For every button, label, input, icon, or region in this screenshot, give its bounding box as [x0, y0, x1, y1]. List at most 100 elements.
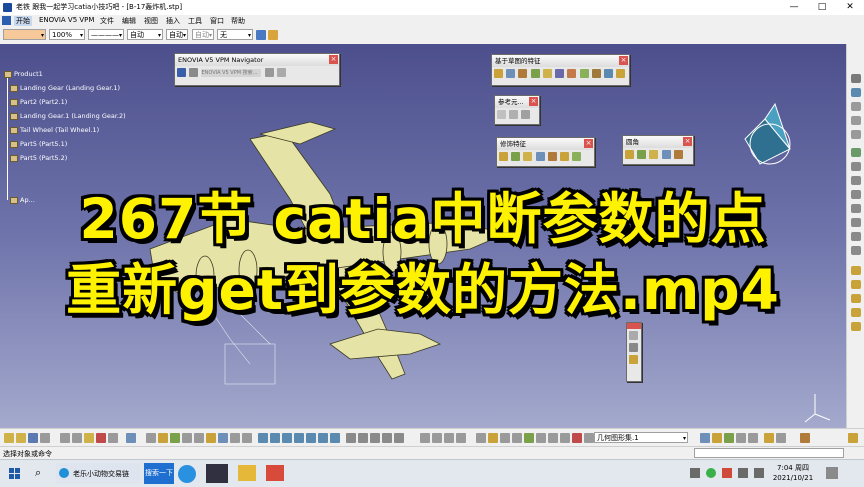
save-icon[interactable]	[28, 433, 38, 443]
tool-icon[interactable]	[851, 280, 861, 289]
rib-icon[interactable]	[555, 69, 565, 78]
menu-item-enovia[interactable]: ENOVIA V5 VPM	[39, 16, 94, 24]
tool-icon[interactable]	[512, 433, 522, 443]
tray-icon[interactable]	[722, 468, 732, 478]
line-icon[interactable]	[509, 110, 519, 119]
tool-icon[interactable]	[500, 433, 510, 443]
draft-icon[interactable]	[511, 152, 521, 161]
zoom-out-icon[interactable]	[318, 433, 328, 443]
tree-item-tail-wheel[interactable]: Tail Wheel (Tail Wheel.1)	[10, 126, 99, 136]
tool-icon[interactable]	[194, 433, 204, 443]
tray-icon[interactable]	[706, 468, 716, 478]
stiffener-icon[interactable]	[579, 69, 589, 78]
face-fillet-icon[interactable]	[649, 150, 659, 159]
tree-item-part5-2[interactable]: Part5 (Part5.2)	[10, 154, 67, 164]
tool-icon[interactable]	[218, 433, 228, 443]
geometrical-set-dropdown[interactable]: 几何图形集.1 ▾	[594, 432, 688, 443]
tool-icon[interactable]	[736, 433, 746, 443]
tool-icon[interactable]	[776, 433, 786, 443]
new-icon[interactable]	[4, 433, 14, 443]
slot-icon[interactable]	[567, 69, 577, 78]
rotate-icon[interactable]	[294, 433, 304, 443]
taskbar-app-icon[interactable]	[178, 465, 196, 483]
tool-icon[interactable]	[851, 322, 861, 331]
maximize-button[interactable]: □	[808, 0, 836, 15]
tool-icon[interactable]	[206, 433, 216, 443]
windows-start-icon[interactable]	[9, 468, 21, 480]
search-icon[interactable]: ⌕	[35, 466, 41, 480]
close-icon[interactable]: ×	[529, 97, 538, 106]
tool-icon[interactable]	[851, 162, 861, 171]
view-icon[interactable]	[346, 433, 356, 443]
painter-icon[interactable]	[256, 30, 266, 40]
thread-icon[interactable]	[547, 152, 557, 161]
tool-icon[interactable]	[851, 308, 861, 317]
hide-show-icon[interactable]	[382, 433, 392, 443]
redo-icon[interactable]	[108, 433, 118, 443]
tray-icon[interactable]	[690, 468, 700, 478]
copy-icon[interactable]	[72, 433, 82, 443]
loft-icon[interactable]	[591, 69, 601, 78]
paste-icon[interactable]	[84, 433, 94, 443]
tree-item-part5-1[interactable]: Part5 (Part5.1)	[10, 140, 67, 150]
point-icon[interactable]	[497, 110, 506, 119]
menu-item-tools[interactable]: 工具	[188, 16, 202, 26]
edge-fillet-icon[interactable]	[625, 150, 634, 159]
taskbar-folder-icon[interactable]	[238, 465, 256, 481]
cut-icon[interactable]	[60, 433, 70, 443]
taskbar-app-icon[interactable]	[266, 465, 284, 481]
tool-icon[interactable]	[432, 433, 442, 443]
shaft-icon[interactable]	[518, 69, 528, 78]
close-icon[interactable]: ×	[619, 56, 628, 65]
navigator-tool-icon[interactable]	[189, 68, 199, 77]
enovia-logo-icon[interactable]	[177, 68, 186, 77]
tool-icon[interactable]	[848, 433, 858, 443]
tool-icon[interactable]	[851, 204, 861, 213]
pad-icon[interactable]	[494, 69, 503, 78]
notification-icon[interactable]	[826, 467, 838, 479]
tree-root-product1[interactable]: Product1	[4, 70, 43, 80]
swap-space-icon[interactable]	[394, 433, 404, 443]
tool-icon[interactable]	[560, 433, 570, 443]
remove-face-icon[interactable]	[560, 152, 570, 161]
tool-icon[interactable]	[584, 433, 594, 443]
refresh-icon[interactable]	[264, 68, 274, 77]
tool-icon[interactable]	[851, 176, 861, 185]
solid-combine-icon[interactable]	[616, 69, 626, 78]
transparency-dropdown[interactable]: 100% ▾	[49, 29, 85, 40]
thickness-icon[interactable]	[535, 152, 545, 161]
tool-c-icon[interactable]	[629, 355, 638, 364]
tool-icon[interactable]	[851, 148, 861, 157]
tool-icon[interactable]	[524, 433, 534, 443]
network-icon[interactable]	[738, 468, 748, 478]
print-icon[interactable]	[40, 433, 50, 443]
taskbar-search-button[interactable]: 搜索一下	[144, 463, 174, 484]
menu-item-insert[interactable]: 插入	[166, 16, 180, 26]
tool-icon[interactable]	[851, 232, 861, 241]
remove-loft-icon[interactable]	[604, 69, 614, 78]
open-icon[interactable]	[16, 433, 26, 443]
tool-icon[interactable]	[230, 433, 240, 443]
tool-icon[interactable]	[764, 433, 774, 443]
normal-view-icon[interactable]	[330, 433, 340, 443]
tool-icon[interactable]	[536, 433, 546, 443]
render-style-icon[interactable]	[370, 433, 380, 443]
tool-icon[interactable]	[800, 433, 810, 443]
tool-icon[interactable]	[851, 294, 861, 303]
tool-icon[interactable]	[851, 102, 861, 111]
color-dropdown[interactable]: ▾	[3, 29, 46, 40]
tool-icon[interactable]	[700, 433, 710, 443]
formula-icon[interactable]	[146, 433, 156, 443]
tool-icon[interactable]	[548, 433, 558, 443]
tool-icon[interactable]	[712, 433, 722, 443]
close-icon[interactable]: ×	[329, 55, 338, 64]
tool-icon[interactable]	[724, 433, 734, 443]
volume-icon[interactable]	[754, 468, 764, 478]
command-input[interactable]	[694, 448, 844, 458]
parameter-icon[interactable]	[170, 433, 180, 443]
format-brush-icon[interactable]	[268, 30, 278, 40]
menu-item-view[interactable]: 视图	[144, 16, 158, 26]
groove-icon[interactable]	[530, 69, 540, 78]
tool-a-icon[interactable]	[629, 331, 638, 340]
fit-all-icon[interactable]	[270, 433, 280, 443]
